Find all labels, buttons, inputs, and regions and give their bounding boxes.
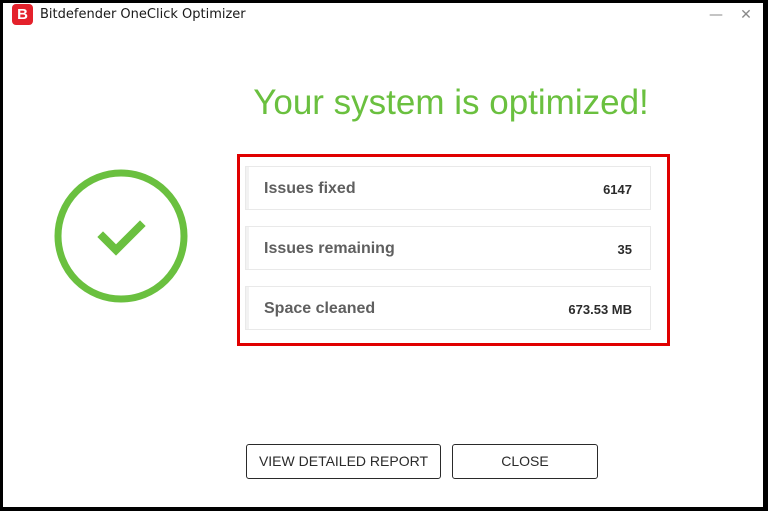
close-button[interactable]: CLOSE [452, 444, 598, 479]
stat-value: 6147 [603, 182, 632, 197]
checkmark-circle-icon [54, 169, 188, 303]
bitdefender-logo-icon: B [12, 4, 33, 25]
status-ring [54, 169, 188, 303]
stat-label: Issues remaining [264, 240, 395, 257]
stat-row-issues-fixed: Issues fixed 6147 [245, 166, 651, 210]
title-bar: B Bitdefender OneClick Optimizer — ✕ [3, 3, 763, 30]
optimizer-window: B Bitdefender OneClick Optimizer — ✕ You… [3, 3, 763, 507]
window-title: Bitdefender OneClick Optimizer [40, 7, 246, 22]
stat-row-space-cleaned: Space cleaned 673.53 MB [245, 286, 651, 330]
stat-label: Issues fixed [264, 180, 356, 197]
stat-value: 673.53 MB [568, 302, 632, 317]
minimize-button[interactable]: — [705, 5, 727, 25]
checkmark-icon [97, 220, 146, 256]
page-title: Your system is optimized! [253, 83, 649, 122]
stat-label: Space cleaned [264, 300, 376, 317]
stat-row-issues-remaining: Issues remaining 35 [245, 226, 651, 270]
stat-value: 35 [617, 242, 632, 257]
close-window-button[interactable]: ✕ [735, 5, 757, 25]
view-detailed-report-button[interactable]: VIEW DETAILED REPORT [246, 444, 441, 479]
